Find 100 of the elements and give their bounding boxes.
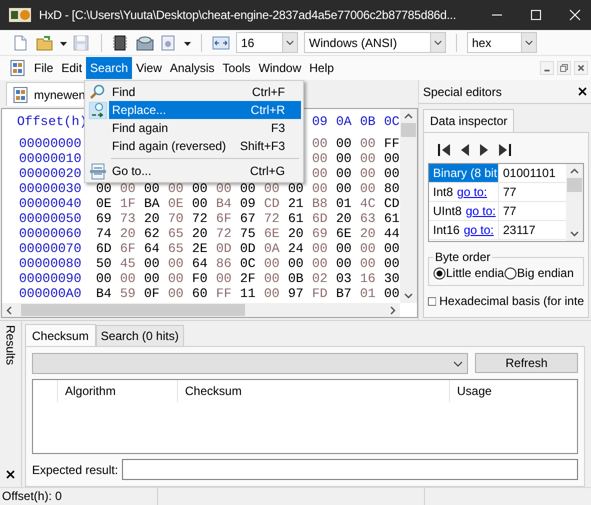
restore-icon[interactable] [557, 61, 571, 75]
radio-button[interactable] [433, 266, 446, 280]
hex-byte: 65 [168, 226, 185, 241]
hex-byte: 0F [144, 286, 161, 301]
display-dropdown[interactable]: hex [467, 32, 537, 53]
hex-byte: F0 [192, 271, 209, 286]
checkbox[interactable] [428, 294, 436, 308]
hex-byte: 6D [312, 211, 329, 226]
hex-byte: 20 [288, 226, 305, 241]
previous-icon[interactable] [460, 143, 470, 157]
hex-byte: 2F [240, 271, 257, 286]
hex-byte: 72 [264, 211, 281, 226]
hex-byte: 00 [336, 241, 353, 256]
hex-byte: 00 [360, 241, 377, 256]
scrollbar-thumb[interactable] [21, 304, 245, 316]
hex-byte: 00 [216, 271, 233, 286]
vertical-scrollbar[interactable] [566, 164, 583, 241]
offset-header: Offset(h) [16, 114, 88, 129]
hex-byte: FD [312, 286, 329, 301]
refresh-button[interactable]: Refresh [475, 353, 578, 373]
menu-item[interactable]: File [30, 57, 58, 79]
hex-byte: 21 [288, 196, 305, 211]
column-header: 0A [336, 114, 353, 129]
hex-byte: FF [216, 286, 233, 301]
hex-byte: 00 [312, 151, 329, 166]
hex-byte: 64 [144, 241, 161, 256]
checkbox-label: Hexadecimal basis (for inte [439, 294, 584, 308]
go-to-link[interactable]: go to: [464, 223, 494, 237]
column-header: 0B [360, 114, 377, 129]
hex-byte: 72 [216, 226, 233, 241]
memory-chip-icon[interactable] [112, 34, 130, 50]
hex-byte: 72 [192, 211, 209, 226]
menu-item[interactable]: Replace... Ctrl+R [87, 101, 301, 119]
bytes-per-row-icon[interactable] [212, 34, 230, 50]
menu-item[interactable]: Analysis [166, 57, 219, 79]
hex-byte: 6F [216, 211, 233, 226]
bytes-per-row-dropdown[interactable]: 16 [236, 32, 298, 53]
hex-byte: 00 [312, 136, 329, 151]
charset-dropdown[interactable]: Windows (ANSI) [304, 32, 446, 53]
menu-item[interactable]: Window [254, 57, 306, 79]
panel-title: Special editors [423, 84, 502, 98]
go-to-link[interactable]: go to: [466, 204, 496, 218]
hex-byte: 44 [384, 226, 400, 241]
hex-byte: 00 [360, 136, 377, 151]
tab[interactable]: Checksum [25, 324, 96, 347]
hex-byte: 00 [168, 286, 185, 301]
last-icon[interactable] [498, 143, 511, 157]
vertical-scrollbar[interactable] [400, 109, 417, 303]
hex-byte: 00 [384, 286, 400, 301]
hex-byte: 01 [336, 196, 353, 211]
column-header: Algorithm [57, 380, 177, 402]
hex-byte: 00 [264, 181, 281, 196]
horizontal-scrollbar[interactable] [2, 303, 400, 317]
menu-item[interactable]: Edit [57, 57, 86, 79]
menu-item[interactable]: Help [305, 57, 338, 79]
document-icon[interactable] [10, 60, 26, 76]
column-header: Usage [449, 380, 569, 402]
close-icon[interactable] [6, 470, 15, 479]
hex-byte: 00 [192, 196, 209, 211]
disk-drive-icon[interactable] [136, 34, 154, 50]
scrollbar-thumb[interactable] [401, 123, 416, 137]
hex-byte: 00 [384, 166, 400, 181]
hex-byte: 00 [120, 271, 137, 286]
value-cell-text: 77 [502, 204, 516, 218]
data-type-label[interactable]: Int16 [429, 223, 460, 237]
hex-byte: 20 [144, 211, 161, 226]
tab[interactable]: Search (0 hits) [96, 325, 184, 346]
maximize-icon[interactable] [530, 9, 542, 21]
radio-button[interactable] [504, 266, 518, 280]
document-lines-icon [89, 162, 107, 180]
tab[interactable]: Data inspector [423, 109, 514, 133]
hex-byte: 00 [384, 256, 400, 271]
hex-byte: 63 [360, 211, 377, 226]
hex-byte: 00 [312, 181, 329, 196]
scrollbar-thumb[interactable] [567, 178, 582, 192]
hex-byte: 50 [96, 256, 113, 271]
chevron-icon [430, 33, 445, 52]
menu-item[interactable]: View [132, 57, 166, 79]
radio-label: Little endia [446, 266, 504, 280]
menu-item[interactable]: Tools [218, 57, 255, 79]
menu-item[interactable]: Go to... Ctrl+G [87, 162, 301, 180]
close-icon[interactable] [578, 87, 587, 96]
menu-item[interactable]: Find again F3 [87, 119, 301, 137]
hex-byte: 6E [264, 226, 281, 241]
hex-byte: 6D [96, 241, 113, 256]
first-icon[interactable] [438, 143, 451, 157]
data-type-label[interactable]: UInt8 [429, 204, 462, 218]
hex-byte: 24 [288, 241, 305, 256]
hex-byte: 03 [336, 271, 353, 286]
hex-byte: 01 [360, 286, 377, 301]
expected-result-field[interactable] [122, 459, 578, 480]
data-type-label[interactable]: Int8 [429, 185, 454, 199]
row-offset: 00000060 [18, 226, 82, 241]
open-folder-icon[interactable] [36, 34, 54, 50]
menu-item[interactable]: Find again (reversed) Shift+F3 [87, 137, 301, 155]
next-icon[interactable] [479, 143, 489, 157]
menu-item[interactable]: Search [86, 57, 132, 79]
panel-title: Results [4, 325, 18, 366]
data-type-label[interactable]: Binary (8 bit [429, 164, 498, 182]
go-to-link[interactable]: go to: [457, 185, 488, 199]
